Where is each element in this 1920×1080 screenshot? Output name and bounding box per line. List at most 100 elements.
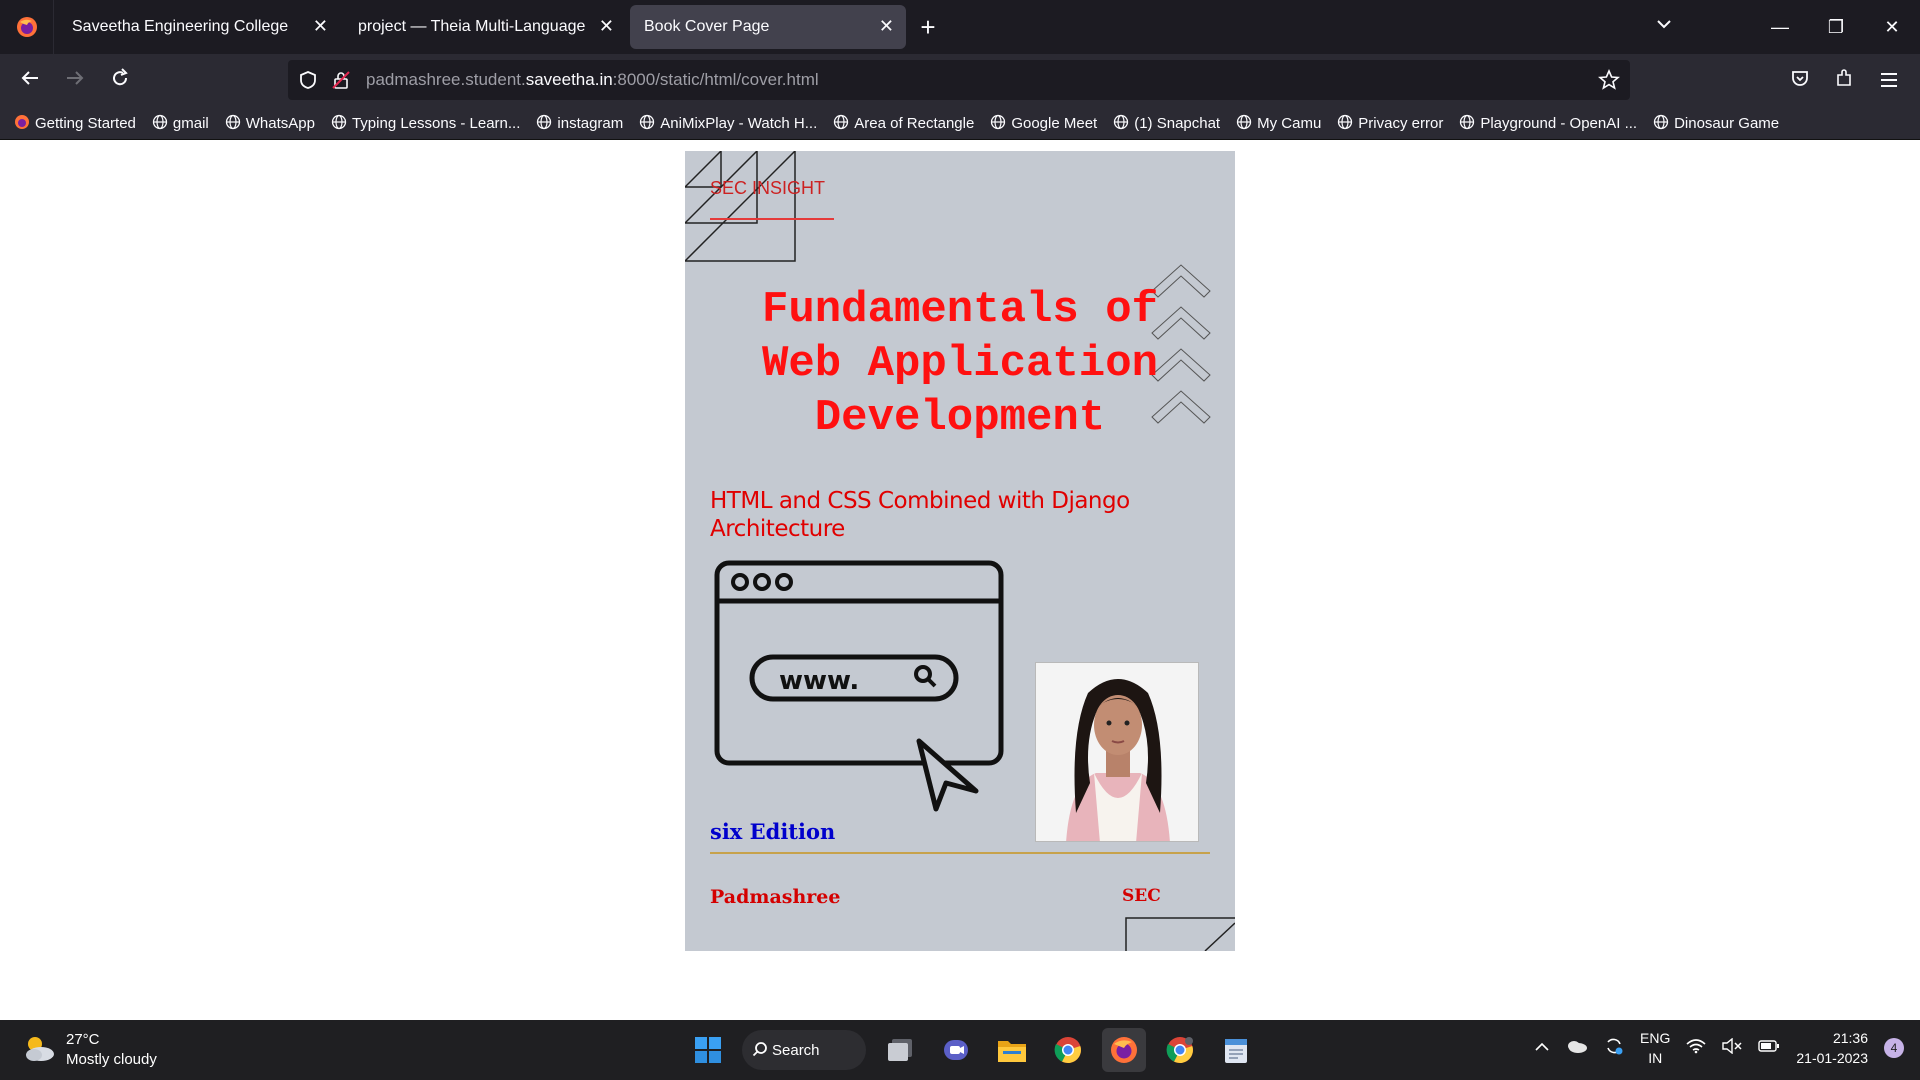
- notification-badge[interactable]: 4: [1884, 1038, 1904, 1058]
- task-view-icon[interactable]: [878, 1028, 922, 1072]
- close-icon[interactable]: ✕: [313, 16, 328, 37]
- battery-icon[interactable]: [1758, 1039, 1780, 1057]
- file-explorer-icon[interactable]: [990, 1028, 1034, 1072]
- firefox-taskbar-icon[interactable]: [1102, 1028, 1146, 1072]
- www-text: www.: [779, 666, 859, 696]
- temperature: 27°C: [66, 1031, 100, 1048]
- search-label: Search: [772, 1041, 820, 1059]
- sync-icon[interactable]: [1604, 1036, 1624, 1061]
- bookmark-typing-lessons[interactable]: Typing Lessons - Learn...: [331, 114, 520, 134]
- bookmark-instagram[interactable]: instagram: [536, 114, 623, 134]
- extensions-icon[interactable]: [1830, 67, 1858, 95]
- bookmark-my-camu[interactable]: My Camu: [1236, 114, 1321, 134]
- taskbar-apps: Search: [686, 1028, 1258, 1072]
- bookmark-label: WhatsApp: [245, 115, 315, 132]
- book-subtitle: HTML and CSS Combined with Django Archit…: [710, 488, 1130, 542]
- bookmark-star-icon[interactable]: [1598, 68, 1620, 96]
- publisher-name: SEC: [1122, 886, 1161, 906]
- weather-status: Mostly cloudy: [66, 1051, 157, 1068]
- edition-label: six Edition: [710, 819, 836, 844]
- pocket-icon[interactable]: [1786, 67, 1814, 95]
- book-cover: SEC INSIGHT Fundamentals of Web Applicat…: [685, 151, 1235, 951]
- brand-underline: [710, 218, 834, 220]
- minimize-icon[interactable]: —: [1752, 17, 1808, 38]
- language-indicator[interactable]: ENG IN: [1640, 1028, 1670, 1068]
- bookmark-whatsapp[interactable]: WhatsApp: [225, 114, 315, 134]
- title-line: Web Application: [761, 339, 1159, 389]
- new-tab-button[interactable]: +: [906, 5, 950, 49]
- bookmark-label: Google Meet: [1011, 115, 1098, 132]
- window-controls: — ❐ ✕: [1752, 0, 1920, 54]
- tab-saveetha[interactable]: Saveetha Engineering College ✕: [58, 5, 340, 49]
- globe-icon: [990, 114, 1006, 134]
- web-browser-illustration: www.: [714, 560, 1004, 812]
- bookmark-getting-started[interactable]: Getting Started: [14, 114, 136, 134]
- teams-chat-icon[interactable]: [934, 1028, 978, 1072]
- tab-book-cover[interactable]: Book Cover Page ✕: [630, 5, 906, 49]
- list-all-tabs-icon[interactable]: [1656, 14, 1672, 35]
- bookmark-label: My Camu: [1257, 115, 1322, 132]
- reload-icon[interactable]: [106, 67, 134, 95]
- bookmark-area-of-rectangle[interactable]: Area of Rectangle: [833, 114, 974, 134]
- onedrive-icon[interactable]: [1566, 1039, 1588, 1058]
- chrome-icon[interactable]: [1046, 1028, 1090, 1072]
- corner-decoration-bottom: [1125, 917, 1235, 951]
- tab-title: Book Cover Page: [644, 18, 770, 35]
- globe-icon: [1113, 114, 1129, 134]
- hamburger-menu-icon[interactable]: [1875, 67, 1903, 95]
- url-text[interactable]: padmashree.student.saveetha.in:8000/stat…: [366, 70, 819, 90]
- region-code: IN: [1648, 1050, 1663, 1066]
- tab-project[interactable]: project — Theia Multi-Language Explorer …: [344, 5, 626, 49]
- bookmark-playground-openai[interactable]: Playground - OpenAI ...: [1459, 114, 1637, 134]
- bookmark-label: instagram: [557, 115, 624, 132]
- firefox-menu-icon[interactable]: [0, 0, 54, 54]
- time: 21:36: [1832, 1030, 1868, 1046]
- restore-icon[interactable]: ❐: [1808, 17, 1864, 38]
- close-icon[interactable]: ✕: [599, 16, 614, 37]
- globe-icon: [225, 114, 241, 134]
- bookmark-gmail[interactable]: gmail: [152, 114, 209, 134]
- globe-icon: [331, 114, 347, 134]
- window-close-icon[interactable]: ✕: [1864, 17, 1920, 38]
- globe-icon: [1337, 114, 1353, 134]
- address-bar[interactable]: padmashree.student.saveetha.in:8000/stat…: [288, 60, 1630, 100]
- tab-bar: Saveetha Engineering College ✕ project —…: [0, 0, 1920, 54]
- search-icon: [752, 1041, 768, 1061]
- book-title: Fundamentals of Web Application Developm…: [705, 283, 1215, 445]
- corner-decoration: [685, 151, 796, 262]
- wifi-icon[interactable]: [1686, 1038, 1706, 1059]
- author-photo: [1035, 662, 1199, 842]
- divider: [710, 852, 1210, 854]
- title-line: Fundamentals of: [761, 285, 1159, 335]
- windows-start-icon[interactable]: [686, 1028, 730, 1072]
- chrome-profile-icon[interactable]: [1158, 1028, 1202, 1072]
- system-tray: ENG IN 21:36 21-01-2023 4: [1534, 1028, 1904, 1068]
- insecure-lock-icon[interactable]: [332, 70, 350, 95]
- author-name: Padmashree: [710, 886, 841, 908]
- bookmark-label: Area of Rectangle: [854, 115, 975, 132]
- bookmark-dinosaur-game[interactable]: Dinosaur Game: [1653, 114, 1779, 134]
- close-icon[interactable]: ✕: [879, 16, 894, 37]
- page-content: SEC INSIGHT Fundamentals of Web Applicat…: [0, 140, 1920, 1020]
- weather-widget[interactable]: 27°C Mostly cloudy: [22, 1030, 157, 1070]
- clock[interactable]: 21:36 21-01-2023: [1796, 1028, 1868, 1068]
- firefox-icon: [14, 114, 30, 134]
- bookmark-snapchat[interactable]: (1) Snapchat: [1113, 114, 1220, 134]
- tab-title: Saveetha Engineering College: [72, 18, 289, 35]
- back-arrow-icon[interactable]: [16, 67, 44, 95]
- bookmark-animixplay[interactable]: AniMixPlay - Watch H...: [639, 114, 817, 134]
- forward-arrow-icon[interactable]: [61, 67, 89, 95]
- chevron-up-icon[interactable]: [1534, 1039, 1550, 1057]
- bookmark-privacy-error[interactable]: Privacy error: [1337, 114, 1443, 134]
- globe-icon: [1653, 114, 1669, 134]
- speaker-muted-icon[interactable]: [1722, 1037, 1742, 1059]
- globe-icon: [152, 114, 168, 134]
- bookmark-label: Typing Lessons - Learn...: [351, 115, 521, 132]
- shield-icon[interactable]: [298, 70, 318, 95]
- taskbar-search[interactable]: Search: [742, 1030, 866, 1070]
- language-code: ENG: [1640, 1030, 1671, 1046]
- notepad-icon[interactable]: [1214, 1028, 1258, 1072]
- bookmark-google-meet[interactable]: Google Meet: [990, 114, 1097, 134]
- navigation-toolbar: padmashree.student.saveetha.in:8000/stat…: [0, 54, 1920, 108]
- bookmark-label: AniMixPlay - Watch H...: [660, 115, 818, 132]
